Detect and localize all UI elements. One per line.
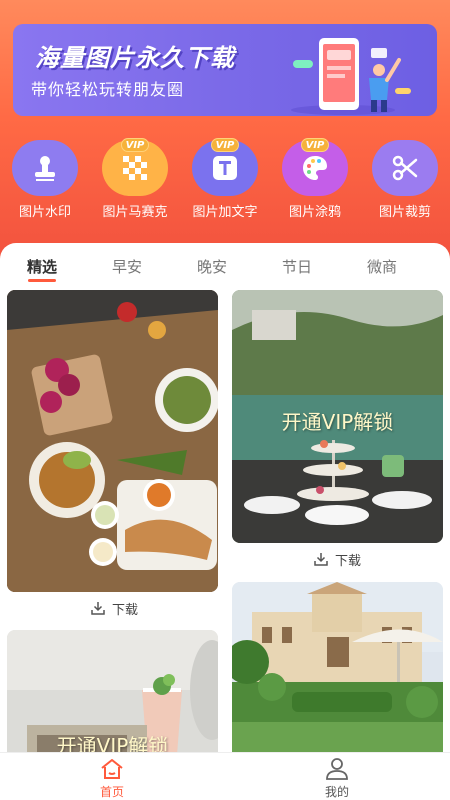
- nav-mine-label: 我的: [324, 785, 349, 799]
- tool-watermark-button[interactable]: [12, 140, 78, 196]
- promo-banner[interactable]: 海量图片永久下载 带你轻松玩转朋友圈: [13, 24, 437, 116]
- tab-good-night[interactable]: 晚安: [182, 256, 242, 277]
- nav-home[interactable]: 首页: [72, 757, 152, 800]
- nav-home-label: 首页: [99, 785, 124, 799]
- tool-watermark-label: 图片水印: [18, 205, 71, 220]
- tool-doodle[interactable]: VIP 图片涂鸦: [270, 138, 360, 226]
- tool-grid: 图片水印 VIP 图片马赛克 VIP 图片加文字 VIP 图片涂鸦 图片裁剪: [0, 138, 450, 226]
- download-icon: [314, 553, 328, 566]
- home-icon: [101, 759, 123, 779]
- villa-photo: [232, 582, 443, 752]
- tool-crop[interactable]: 图片裁剪: [360, 138, 450, 226]
- download-label: 下载: [335, 553, 362, 569]
- image-card[interactable]: [7, 290, 218, 592]
- vip-unlock-label: 开通VIP解锁: [281, 410, 394, 434]
- stamp-icon: [35, 156, 55, 181]
- tab-good-morning[interactable]: 早安: [97, 256, 157, 277]
- download-label: 下载: [112, 602, 139, 618]
- bottom-nav: 首页 我的: [0, 752, 450, 800]
- tool-crop-button[interactable]: [372, 140, 438, 196]
- text-icon: [213, 156, 237, 180]
- header-background: 海量图片永久下载 带你轻松玩转朋友圈 图片水印 VIP 图片马赛克 VIP 图片…: [0, 0, 450, 262]
- banner-illustration: [291, 38, 411, 115]
- category-tabs: 精选 早安 晚安 节日 微商: [0, 243, 450, 287]
- tool-watermark[interactable]: 图片水印: [0, 138, 90, 226]
- tab-featured[interactable]: 精选: [12, 256, 72, 277]
- image-card[interactable]: [232, 582, 443, 752]
- vip-badge: VIP: [211, 138, 239, 152]
- food-photo: [7, 290, 218, 592]
- palette-icon: [303, 156, 327, 180]
- banner-subtitle: 带你轻松玩转朋友圈: [31, 80, 185, 99]
- content-panel: 精选 早安 晚安 节日 微商 下载 开通VIP解锁 下载 开通VIP解锁: [0, 243, 450, 752]
- banner-title: 海量图片永久下载: [35, 44, 235, 72]
- tool-doodle-label: 图片涂鸦: [288, 205, 341, 220]
- download-icon: [91, 602, 105, 615]
- mosaic-icon: [123, 156, 147, 180]
- scissors-icon: [392, 155, 418, 181]
- tab-wechat-business[interactable]: 微商: [352, 256, 412, 277]
- tab-indicator: [28, 279, 56, 282]
- user-icon: [326, 758, 348, 780]
- tool-add-text-label: 图片加文字: [192, 205, 258, 220]
- download-button[interactable]: 下载: [90, 598, 138, 618]
- image-card[interactable]: 开通VIP解锁: [7, 630, 218, 752]
- image-card[interactable]: 开通VIP解锁: [232, 290, 443, 543]
- vip-badge: VIP: [301, 138, 329, 152]
- tool-mosaic[interactable]: VIP 图片马赛克: [90, 138, 180, 226]
- vip-badge: VIP: [121, 138, 149, 152]
- vip-unlock-label: 开通VIP解锁: [56, 734, 169, 752]
- tool-add-text[interactable]: VIP 图片加文字: [180, 138, 270, 226]
- download-button[interactable]: 下载: [313, 549, 361, 569]
- tab-holiday[interactable]: 节日: [267, 256, 327, 277]
- tool-crop-label: 图片裁剪: [378, 205, 431, 220]
- tool-mosaic-label: 图片马赛克: [102, 205, 168, 220]
- nav-mine[interactable]: 我的: [297, 757, 377, 800]
